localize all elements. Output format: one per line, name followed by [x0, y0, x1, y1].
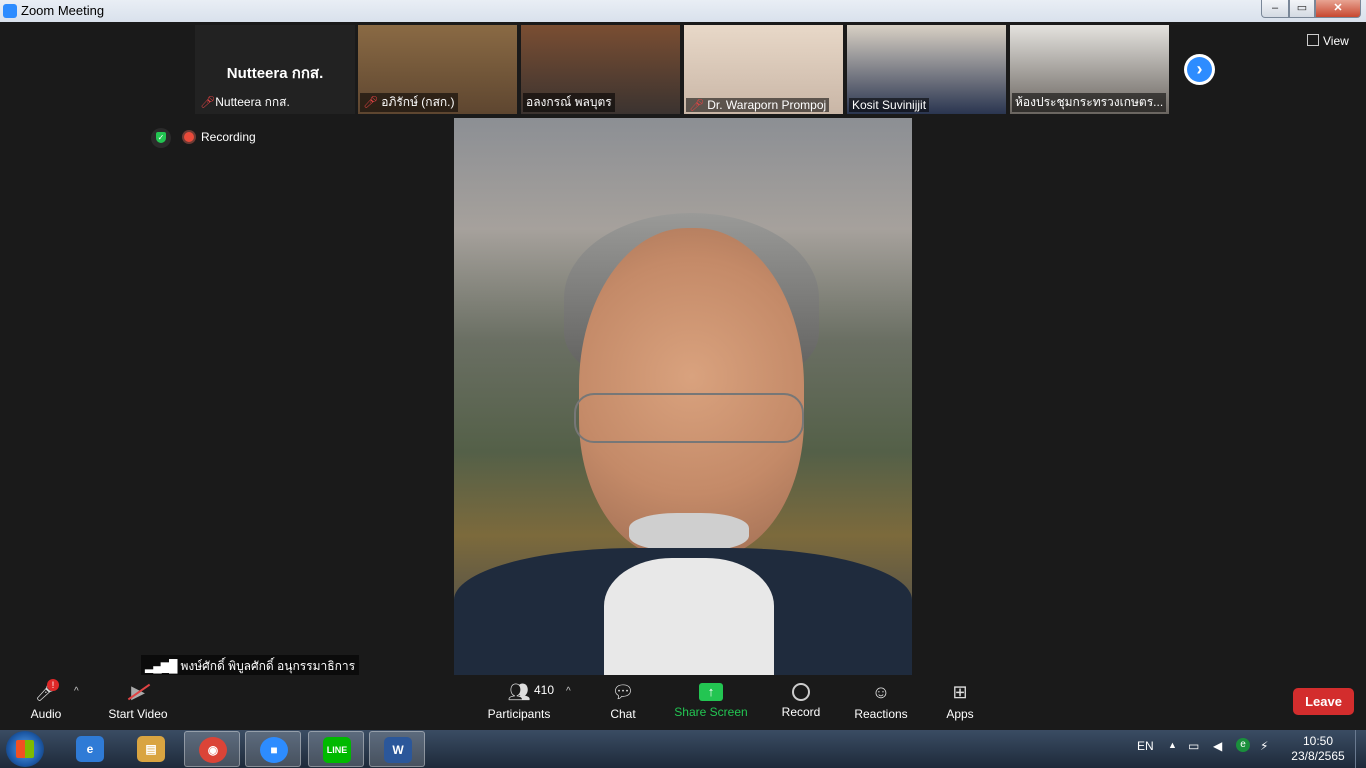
- mic-muted-icon: 🎤︎: [363, 95, 379, 109]
- participant-label: 🎤︎Nutteera กกส.: [200, 95, 290, 109]
- shield-check-icon: ✓: [156, 132, 166, 143]
- clock-date: 23/8/2565: [1291, 749, 1345, 763]
- show-desktop-button[interactable]: [1355, 730, 1366, 768]
- chat-bubble-icon: 💬︎: [611, 682, 635, 702]
- zoom-icon: ■: [260, 737, 288, 763]
- language-indicator[interactable]: EN: [1137, 739, 1154, 753]
- volume-icon[interactable]: ◀︎: [1213, 739, 1222, 753]
- taskbar-word[interactable]: W: [369, 731, 425, 767]
- taskbar-zoom[interactable]: ■: [245, 731, 301, 767]
- participant-tile-name-only[interactable]: Nutteera กกส. 🎤︎Nutteera กกส.: [195, 25, 355, 114]
- record-icon: [792, 683, 810, 701]
- video-mustache: [629, 513, 749, 551]
- grid-view-icon: [1307, 34, 1319, 46]
- active-speaker-video: [454, 118, 912, 675]
- line-icon: LINE: [323, 737, 351, 763]
- start-video-button[interactable]: ▶︎ Start Video: [104, 681, 172, 721]
- word-icon: W: [384, 737, 412, 763]
- network-icon[interactable]: ▭: [1188, 739, 1199, 753]
- video-camera-off-icon: ▶︎: [104, 681, 172, 703]
- zoom-app-icon: [3, 4, 17, 18]
- view-button[interactable]: View: [1307, 34, 1349, 48]
- apps-icon: ⊞: [952, 682, 968, 702]
- participant-tile[interactable]: อลงกรณ์ พลบุตร: [521, 25, 680, 114]
- signal-strength-icon: ▂▄▆█: [145, 659, 177, 673]
- leave-button[interactable]: Leave: [1293, 688, 1354, 715]
- internet-explorer-icon: e: [76, 736, 104, 762]
- apps-button[interactable]: ⊞ Apps: [940, 681, 980, 721]
- taskbar-explorer[interactable]: ▤: [123, 731, 179, 767]
- clock-time: 10:50: [1302, 734, 1334, 748]
- chrome-icon: ◉: [199, 737, 227, 763]
- close-button[interactable]: ✕: [1315, 0, 1361, 18]
- taskbar-line[interactable]: LINE: [308, 731, 364, 767]
- start-button[interactable]: [6, 731, 44, 767]
- participant-label: ห้องประชุมกระทรวงเกษตร...: [1012, 93, 1167, 112]
- security-shield-indicator[interactable]: ✓: [151, 128, 171, 148]
- reactions-button[interactable]: ☺︎ Reactions: [850, 681, 912, 721]
- folder-icon: ▤: [137, 736, 165, 762]
- system-clock[interactable]: 10:50 23/8/2565: [1290, 734, 1346, 764]
- share-screen-button[interactable]: ↑ Share Screen: [673, 681, 749, 719]
- window-titlebar: Zoom Meeting – ▭ ✕: [0, 0, 1366, 22]
- windows-taskbar: e ▤ ◉ ■ LINE W EN ▲ ▭ ◀︎ e ⚡︎ 10:50 23/8…: [0, 730, 1366, 768]
- participant-label: อลงกรณ์ พลบุตร: [523, 93, 615, 112]
- next-page-button[interactable]: ›: [1184, 54, 1215, 85]
- participants-options-caret[interactable]: ^: [566, 686, 571, 697]
- tray-app-icon[interactable]: e: [1236, 738, 1250, 752]
- participant-tile[interactable]: 🎤︎ Dr. Waraporn Prompoj: [684, 25, 843, 114]
- audio-alert-badge: !: [47, 679, 59, 691]
- power-icon[interactable]: ⚡︎: [1260, 739, 1268, 753]
- participant-label: 🎤︎ อภิรักษ์ (กสก.): [360, 93, 458, 112]
- mic-muted-icon: 🎤︎: [200, 95, 216, 109]
- tray-expand-icon[interactable]: ▲: [1168, 740, 1177, 750]
- windows-logo-icon: [16, 740, 34, 758]
- participant-tile[interactable]: ห้องประชุมกระทรวงเกษตร...: [1010, 25, 1169, 114]
- audio-options-caret[interactable]: ^: [74, 686, 79, 697]
- recording-indicator[interactable]: Recording: [184, 130, 256, 144]
- video-shirt: [604, 558, 774, 675]
- microphone-icon: 🎤︎: [34, 682, 58, 702]
- participants-count: 410: [534, 683, 555, 697]
- window-title: Zoom Meeting: [21, 3, 105, 18]
- share-screen-icon: ↑: [699, 683, 723, 701]
- video-glasses: [574, 393, 804, 443]
- record-button[interactable]: Record: [778, 681, 824, 719]
- participant-label: Kosit Suvinijjit: [849, 98, 930, 112]
- chevron-right-icon: ›: [1187, 57, 1212, 82]
- audio-button[interactable]: 🎤︎ ! Audio: [26, 679, 66, 721]
- participant-name-big: Nutteera กกส.: [226, 65, 324, 82]
- minimize-button[interactable]: –: [1261, 0, 1289, 18]
- chat-button[interactable]: 💬︎ Chat: [603, 681, 643, 721]
- taskbar-chrome[interactable]: ◉: [184, 731, 240, 767]
- participant-tile[interactable]: 🎤︎ อภิรักษ์ (กสก.): [358, 25, 517, 114]
- participants-button[interactable]: 👥︎ 410 Participants: [484, 681, 554, 721]
- smiley-icon: ☺︎: [871, 682, 891, 702]
- taskbar-ie[interactable]: e: [62, 731, 118, 767]
- mic-muted-icon: 🎤︎: [689, 98, 705, 112]
- participant-tile[interactable]: Kosit Suvinijjit: [847, 25, 1006, 114]
- record-dot-icon: [184, 132, 194, 142]
- participant-label: 🎤︎ Dr. Waraporn Prompoj: [686, 98, 830, 112]
- maximize-button[interactable]: ▭: [1289, 0, 1315, 18]
